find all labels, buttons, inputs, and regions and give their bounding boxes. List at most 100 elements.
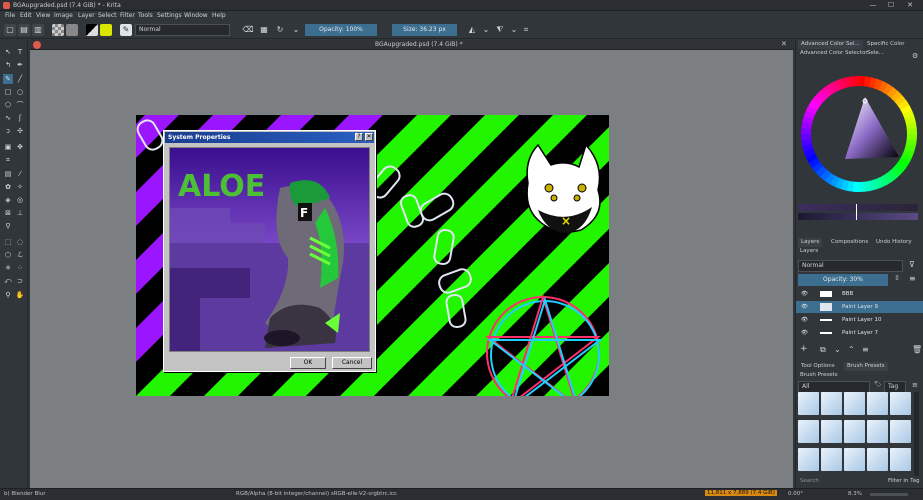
polygon-tool-icon[interactable]: ⬠ bbox=[3, 100, 13, 110]
vertical-mirror-icon[interactable]: ⧨ bbox=[494, 24, 506, 36]
menu-settings[interactable]: Settings bbox=[157, 12, 182, 19]
ellipse-tool-icon[interactable]: ○ bbox=[15, 87, 25, 97]
fill-pattern-swatch[interactable] bbox=[100, 24, 112, 36]
menu-layer[interactable]: Layer bbox=[78, 12, 95, 19]
layer-opacity-slider[interactable]: Opacity: 30% bbox=[798, 274, 888, 286]
bezier-tool-icon[interactable]: ∿ bbox=[3, 113, 13, 123]
hue-segment[interactable] bbox=[835, 78, 846, 91]
color-history-strip[interactable] bbox=[798, 204, 918, 211]
layer-row[interactable]: 👁 Paint Layer 10 bbox=[796, 314, 923, 326]
hue-segment[interactable] bbox=[894, 162, 906, 174]
hue-segment[interactable] bbox=[803, 147, 816, 158]
zoom-tool-icon[interactable]: ⚲ bbox=[3, 290, 13, 300]
hue-segment[interactable] bbox=[868, 77, 878, 89]
tab-specific-color-selector[interactable]: Specific Color Sele... bbox=[864, 40, 923, 56]
hue-segment[interactable] bbox=[897, 99, 910, 111]
hue-segment[interactable] bbox=[815, 165, 827, 178]
enclose-fill-icon[interactable]: ◎ bbox=[15, 195, 25, 205]
hue-segment[interactable] bbox=[830, 80, 841, 93]
color-selector-settings-icon[interactable]: ⚙ bbox=[912, 52, 918, 60]
tab-layers[interactable]: Layers bbox=[798, 238, 823, 247]
visibility-eye-icon[interactable]: 👁 bbox=[801, 288, 808, 300]
layer-blend-mode-select[interactable]: Normal bbox=[798, 260, 903, 272]
brush-preset-thumbnail[interactable] bbox=[867, 392, 888, 415]
close-button[interactable]: ✕ bbox=[903, 1, 917, 10]
brush-preset-thumbnail[interactable] bbox=[798, 420, 819, 443]
filter-in-tag-checkbox[interactable]: Filter in Tag bbox=[888, 478, 919, 484]
hue-segment[interactable] bbox=[905, 138, 917, 148]
move-layer-down-icon[interactable]: ⌄ bbox=[834, 345, 841, 354]
hue-segment[interactable] bbox=[890, 166, 903, 178]
menu-view[interactable]: View bbox=[36, 12, 50, 19]
visibility-eye-icon[interactable]: 👁 bbox=[801, 327, 808, 339]
hue-segment[interactable] bbox=[802, 143, 814, 152]
crop-icon[interactable]: ⌗ bbox=[520, 24, 532, 36]
hue-segment[interactable] bbox=[808, 99, 821, 111]
tab-brush-presets[interactable]: Brush Presets bbox=[844, 362, 888, 371]
menu-tools[interactable]: Tools bbox=[138, 12, 153, 19]
brush-preset-thumbnail[interactable] bbox=[890, 420, 911, 443]
document-tab[interactable]: BGAupgraded.psd (7.4 GiB) * ✕ bbox=[30, 40, 793, 50]
hue-segment[interactable] bbox=[886, 169, 898, 182]
move-tool-icon[interactable]: ✥ bbox=[15, 142, 25, 152]
hue-segment[interactable] bbox=[803, 109, 816, 120]
hue-segment[interactable] bbox=[904, 143, 916, 153]
hue-segment[interactable] bbox=[834, 177, 845, 190]
bezier-select-icon[interactable]: ⤺ bbox=[3, 276, 13, 286]
hue-segment[interactable] bbox=[820, 86, 832, 99]
tab-advanced-color-selector[interactable]: Advanced Color Sel... bbox=[798, 40, 863, 49]
menu-file[interactable]: File bbox=[5, 12, 15, 19]
hue-segment[interactable] bbox=[824, 172, 836, 185]
hue-segment[interactable] bbox=[887, 87, 899, 99]
pattern-swatch[interactable] bbox=[66, 24, 78, 36]
tab-undo-history[interactable]: Undo History bbox=[873, 238, 915, 247]
dialog-cancel-button[interactable]: Cancel bbox=[332, 357, 372, 369]
brush-preset-thumbnail[interactable] bbox=[821, 392, 842, 415]
menu-window[interactable]: Window bbox=[184, 12, 208, 19]
brush-preset-thumbnail[interactable] bbox=[867, 448, 888, 471]
menu-help[interactable]: Help bbox=[212, 12, 226, 19]
delete-layer-icon[interactable]: 🗑 bbox=[912, 345, 922, 354]
hue-segment[interactable] bbox=[873, 78, 884, 91]
layer-row[interactable]: 👁 Paint Layer 7 bbox=[796, 327, 923, 339]
preserve-alpha-icon[interactable]: ▦ bbox=[258, 24, 270, 36]
hue-segment[interactable] bbox=[824, 83, 836, 96]
select-shapes-icon[interactable]: ↖ bbox=[3, 47, 13, 57]
smart-patch-icon[interactable]: ✧ bbox=[15, 182, 25, 192]
brush-preset-thumbnail[interactable] bbox=[821, 420, 842, 443]
layer-filter-icon[interactable]: ⊽ bbox=[909, 260, 915, 269]
new-document-icon[interactable]: ▢ bbox=[4, 24, 16, 36]
maximize-button[interactable]: ☐ bbox=[884, 1, 898, 10]
hue-segment[interactable] bbox=[829, 175, 840, 187]
minimize-button[interactable]: — bbox=[866, 1, 880, 10]
add-layer-icon[interactable]: + bbox=[800, 344, 808, 354]
hue-segment[interactable] bbox=[812, 94, 824, 106]
line-tool-icon[interactable]: ╱ bbox=[15, 74, 25, 84]
move-layer-up-icon[interactable]: ⌃ bbox=[848, 345, 855, 354]
edit-shapes-icon[interactable]: ↰ bbox=[3, 60, 13, 70]
fg-bg-color-swatch[interactable] bbox=[86, 24, 98, 36]
horizontal-mirror-icon[interactable]: ◭ bbox=[466, 24, 478, 36]
brush-preset-thumbnail[interactable] bbox=[798, 392, 819, 415]
hue-segment[interactable] bbox=[801, 138, 813, 147]
polyline-tool-icon[interactable]: ⌒ bbox=[15, 100, 25, 110]
rect-select-icon[interactable]: ⬚ bbox=[3, 237, 13, 247]
brush-preset-thumbnail[interactable] bbox=[821, 448, 842, 471]
text-tool-icon[interactable]: T bbox=[15, 47, 25, 57]
open-document-icon[interactable]: ▤ bbox=[18, 24, 30, 36]
zoom-slider[interactable] bbox=[870, 493, 908, 496]
duplicate-layer-icon[interactable]: ⧉ bbox=[820, 345, 826, 355]
gradient-swatch[interactable] bbox=[52, 24, 64, 36]
brush-preset-thumbnail[interactable] bbox=[890, 448, 911, 471]
hue-segment[interactable] bbox=[882, 83, 894, 96]
blend-mode-select[interactable]: Normal bbox=[135, 24, 230, 36]
eraser-icon[interactable]: ⌫ bbox=[242, 24, 254, 36]
layer-properties-icon[interactable]: ≡ bbox=[862, 345, 869, 354]
ellipse-select-icon[interactable]: ◌ bbox=[15, 237, 25, 247]
hue-segment[interactable] bbox=[882, 172, 894, 185]
hue-segment[interactable] bbox=[902, 110, 915, 121]
hue-segment[interactable] bbox=[806, 104, 818, 115]
multibrush-icon[interactable]: ✣ bbox=[15, 126, 25, 136]
hue-segment[interactable] bbox=[802, 115, 814, 125]
menu-filter[interactable]: Filter bbox=[120, 12, 135, 19]
